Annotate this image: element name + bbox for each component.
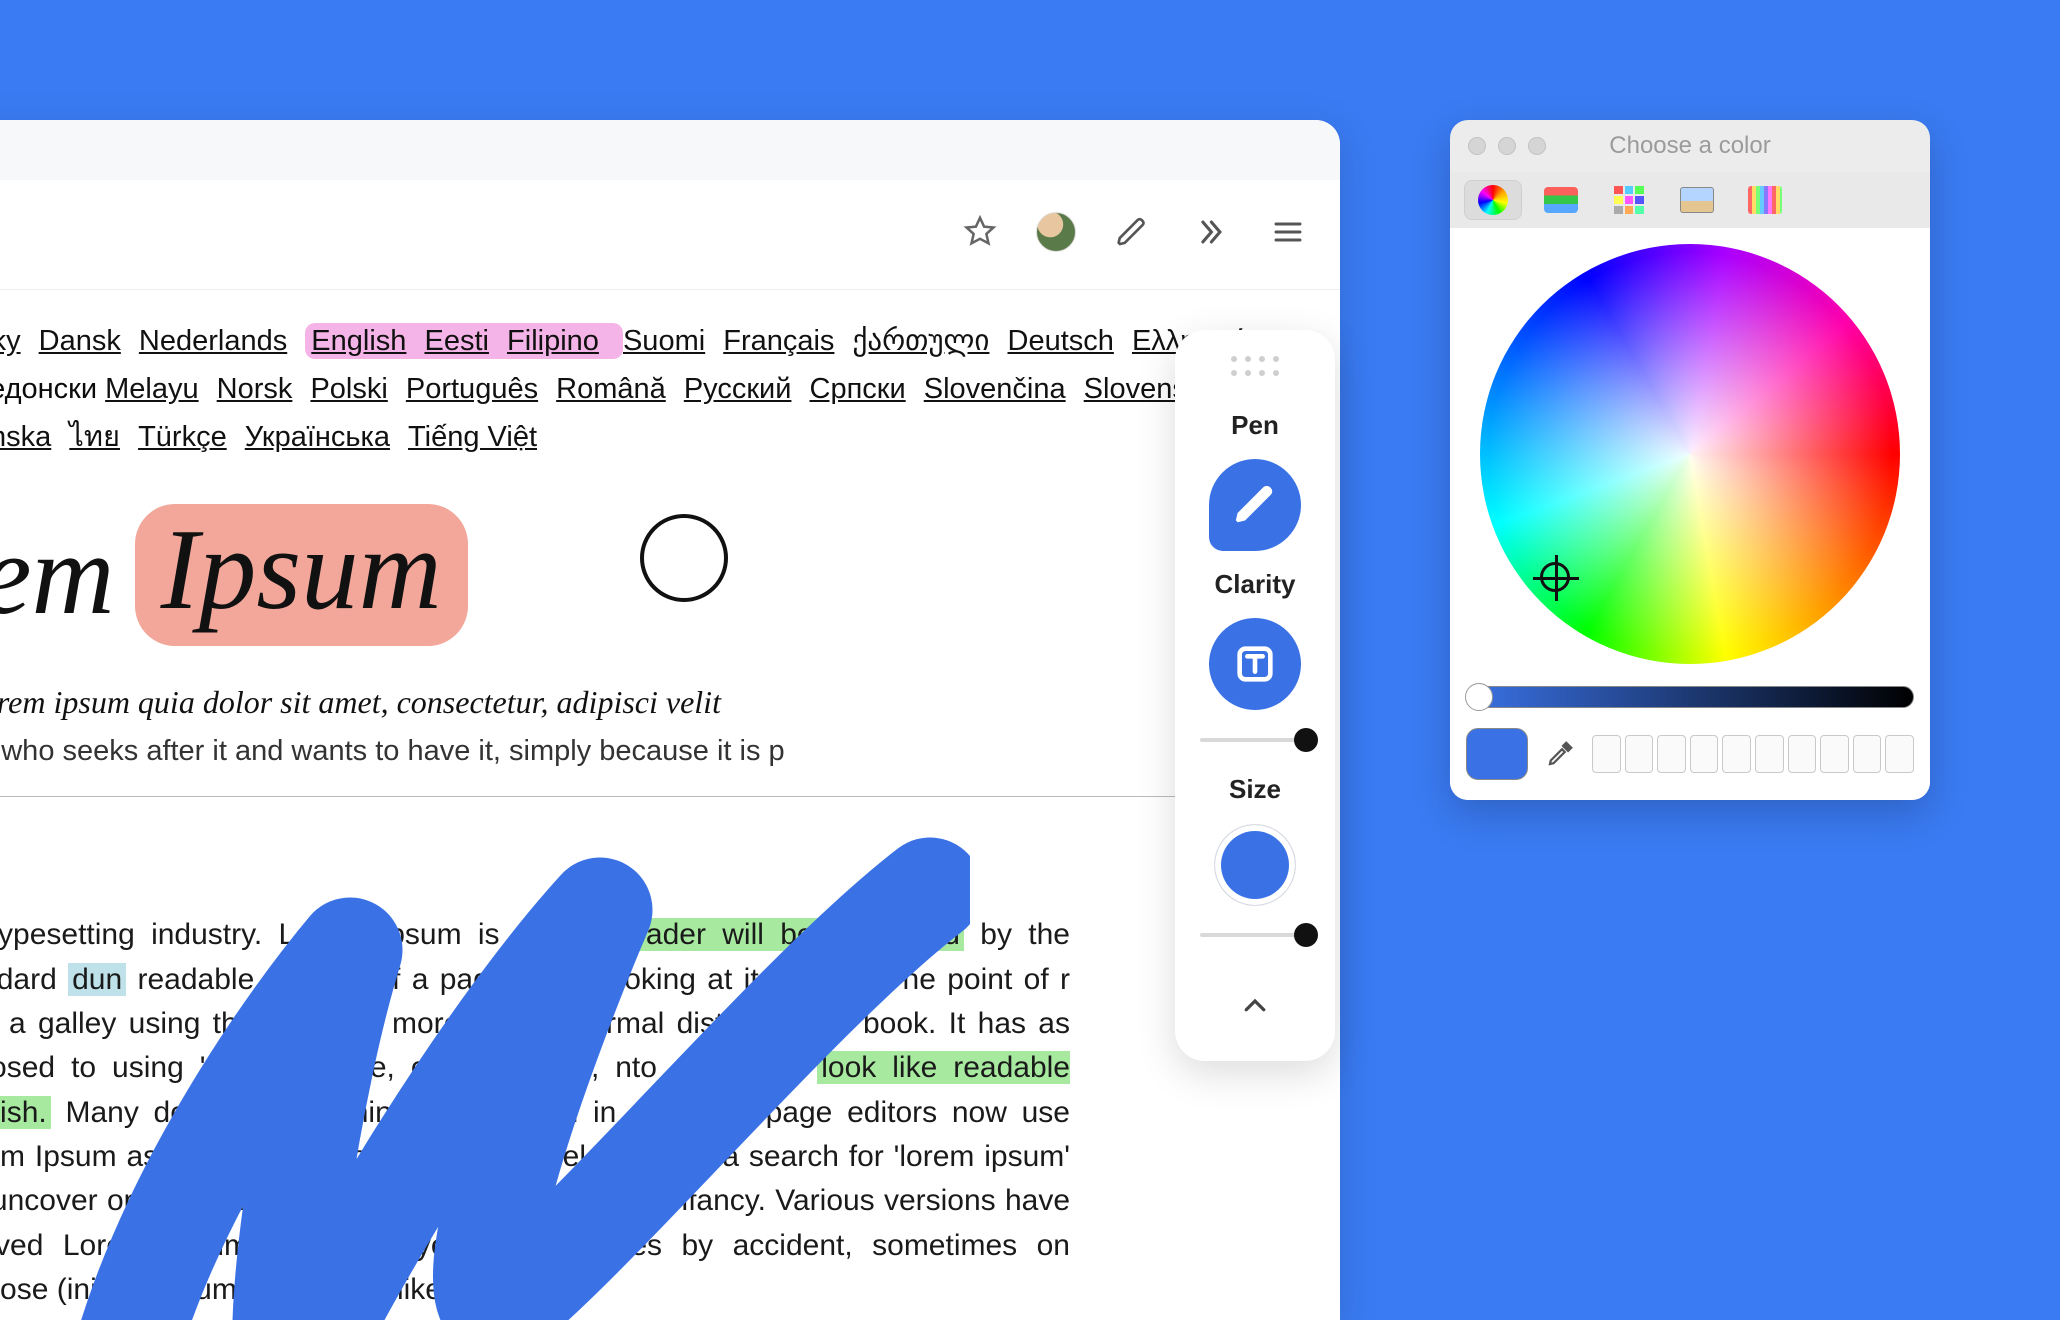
hamburger-icon[interactable] (1266, 210, 1310, 254)
language-link[interactable]: Português (406, 373, 538, 405)
color-well[interactable] (1885, 735, 1914, 773)
color-well[interactable] (1625, 735, 1654, 773)
pencil-icon[interactable] (1110, 210, 1154, 254)
language-highlight: English Eesti Filipino (305, 323, 623, 359)
language-link[interactable]: ไทย (69, 421, 120, 453)
annotation-circle (640, 514, 728, 602)
highlight-blue: dun (68, 963, 126, 996)
language-link[interactable]: Svenska (0, 421, 51, 453)
language-link[interactable]: Česky (0, 325, 21, 357)
language-link[interactable]: English (311, 325, 406, 357)
language-link[interactable]: Polski (310, 373, 387, 405)
pen-toolbar: Pen Clarity Size (1175, 330, 1335, 1061)
language-link[interactable]: Tiếng Việt (408, 421, 537, 453)
tab-image[interactable] (1668, 180, 1726, 220)
body-paragraph: nd typesetting industry. Lorem Ipsum is … (0, 913, 1070, 1313)
color-well[interactable] (1853, 735, 1882, 773)
language-link[interactable]: Deutsch (1008, 325, 1114, 357)
language-link[interactable]: Türkçe (138, 421, 227, 453)
divider (0, 796, 1300, 797)
language-link[interactable]: Українська (245, 421, 390, 453)
tab-sliders[interactable] (1532, 180, 1590, 220)
eyedropper-icon[interactable] (1542, 736, 1578, 772)
color-wells[interactable] (1592, 735, 1914, 773)
highlight-green: reader will be distracted (615, 918, 964, 951)
pen-label: Pen (1231, 410, 1279, 441)
language-link[interactable]: Nederlands (139, 325, 287, 357)
highlight-green: look like readable English. (0, 1051, 1070, 1128)
language-link[interactable]: Русский (684, 373, 792, 405)
title-part-1: rem (0, 509, 115, 641)
page-title: rem Ipsum (0, 504, 1300, 644)
color-picker-titlebar[interactable]: Choose a color (1450, 120, 1930, 172)
color-well[interactable] (1592, 735, 1621, 773)
section-heading: it? (0, 839, 1300, 887)
title-part-2-highlight: Ipsum (135, 504, 468, 646)
clarity-slider[interactable] (1200, 726, 1310, 756)
color-well[interactable] (1788, 735, 1817, 773)
color-well[interactable] (1722, 735, 1751, 773)
color-well[interactable] (1690, 735, 1719, 773)
browser-window: Česky Dansk Nederlands English Eesti Fil… (0, 120, 1340, 1320)
tab-pencils[interactable] (1736, 180, 1794, 220)
selected-color-swatch[interactable] (1466, 728, 1528, 780)
language-link[interactable]: Filipino (507, 325, 599, 357)
profile-avatar[interactable] (1036, 212, 1076, 252)
language-link[interactable]: Suomi (623, 325, 705, 357)
language-links: Česky Dansk Nederlands English Eesti Fil… (0, 320, 1070, 458)
clarity-tool-button[interactable] (1209, 618, 1301, 710)
color-well[interactable] (1657, 735, 1686, 773)
page-content: Česky Dansk Nederlands English Eesti Fil… (0, 290, 1340, 1320)
color-wheel[interactable] (1480, 244, 1900, 664)
language-link[interactable]: Norsk (217, 373, 293, 405)
collapse-button[interactable] (1199, 979, 1311, 1033)
language-text: македонски (0, 373, 105, 405)
color-picker-tabs (1450, 172, 1930, 228)
brightness-slider[interactable] (1466, 686, 1914, 708)
size-slider[interactable] (1200, 921, 1310, 951)
language-link[interactable]: Српски (810, 373, 906, 405)
color-well[interactable] (1820, 735, 1849, 773)
language-link[interactable]: Melayu (105, 373, 199, 405)
color-picker-title: Choose a color (1450, 132, 1930, 160)
browser-toolbar (0, 180, 1340, 290)
language-link[interactable]: Slovenčina (924, 373, 1066, 405)
subtitle-plain: self, who seeks after it and wants to ha… (0, 735, 1300, 768)
language-link[interactable]: Français (723, 325, 834, 357)
color-picker-window: Choose a color (1450, 120, 1930, 800)
language-link[interactable]: Dansk (39, 325, 121, 357)
size-color-preview[interactable] (1215, 825, 1295, 905)
language-link[interactable]: ქართული (853, 325, 990, 357)
tab-wheel[interactable] (1464, 180, 1522, 220)
drag-handle-icon[interactable] (1231, 356, 1279, 376)
clarity-label: Clarity (1215, 569, 1296, 600)
language-link[interactable]: Eesti (424, 325, 488, 357)
chevrons-right-icon[interactable] (1188, 210, 1232, 254)
color-well[interactable] (1755, 735, 1784, 773)
language-link[interactable]: Română (556, 373, 666, 405)
tab-palette[interactable] (1600, 180, 1658, 220)
star-icon[interactable] (958, 210, 1002, 254)
color-loupe-icon[interactable] (1540, 562, 1570, 592)
pen-tool-button[interactable] (1209, 459, 1301, 551)
size-label: Size (1229, 774, 1281, 805)
subtitle-italic: dolorem ipsum quia dolor sit amet, conse… (0, 684, 1300, 721)
